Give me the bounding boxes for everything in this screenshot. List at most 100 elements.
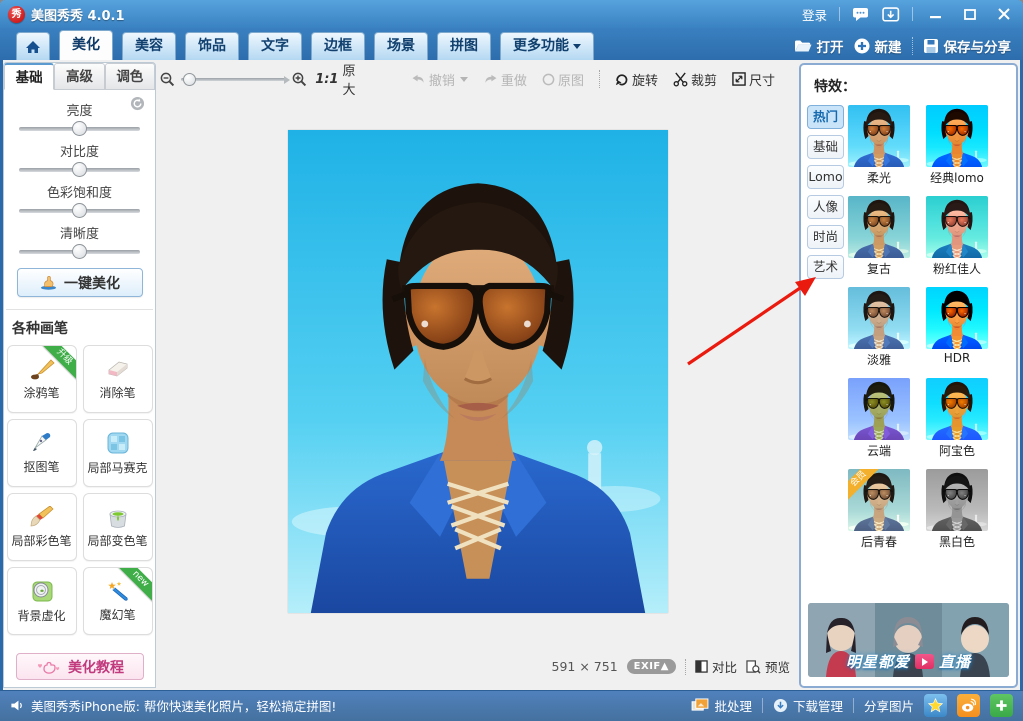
feedback-icon[interactable] [882,7,900,22]
original-icon [542,73,555,86]
divider [853,698,854,713]
brightness-slider[interactable] [19,127,140,131]
new-button[interactable]: 新建 [854,36,902,56]
zoom-slider-handle[interactable] [183,73,196,86]
effect-soft-light[interactable]: 柔光 [848,105,910,186]
more-share-icon[interactable] [990,694,1013,717]
batch-process-button[interactable]: 批处理 [691,696,752,715]
contrast-slider[interactable] [19,168,140,172]
effect-retro[interactable]: 复古 [848,196,910,277]
cutout-pen-button[interactable]: 抠图笔 [7,419,77,487]
nav-tab-cosmetic[interactable]: 美容 [122,32,176,60]
recolor-pen-button[interactable]: 局部变色笔 [83,493,153,561]
zoom-slider[interactable] [181,78,286,81]
eraser-pen-button[interactable]: 消除笔 [83,345,153,413]
sharpness-slider[interactable] [19,250,140,254]
nav-tab-text[interactable]: 文字 [248,32,302,60]
category-hot[interactable]: 热门 [807,105,844,129]
tab-tone[interactable]: 调色 [105,63,155,90]
download-manager-button[interactable]: 下载管理 [773,696,843,715]
play-icon [915,654,934,669]
resize-button[interactable]: 尺寸 [732,70,775,89]
maximize-button[interactable] [959,6,981,22]
bruce-lee-photo [288,130,668,613]
download-icon [773,698,788,713]
zoom-out-icon[interactable] [160,72,175,87]
qzone-share-icon[interactable] [924,694,947,717]
home-tab[interactable] [16,32,50,60]
photo-canvas[interactable] [288,130,668,613]
nav-tab-scene[interactable]: 场景 [374,32,428,60]
magic-pen-button[interactable]: 魔幻笔 new [83,567,153,635]
pen-nib-icon [29,432,55,454]
nav-tab-border[interactable]: 边框 [311,32,365,60]
crop-button[interactable]: 裁剪 [673,70,717,89]
home-icon [25,40,41,54]
category-lomo[interactable]: Lomo [807,165,844,189]
close-button[interactable] [993,6,1015,22]
weibo-share-icon[interactable] [957,694,980,717]
effect-elegant[interactable]: 淡雅 [848,287,910,368]
nav-tab-more[interactable]: 更多功能 [500,32,594,60]
background-blur-button[interactable]: 背景虚化 [7,567,77,635]
redo-icon [483,74,498,85]
minimize-button[interactable] [925,6,947,22]
nav-tab-accessories[interactable]: 饰品 [185,32,239,60]
effect-classic-lomo[interactable]: 经典lomo [926,105,988,186]
slider-handle[interactable] [72,244,87,259]
zoom-in-icon[interactable] [292,72,307,87]
message-icon[interactable] [852,7,870,22]
slider-handle[interactable] [72,121,87,136]
nav-tab-beautify[interactable]: 美化 [59,30,113,60]
main-nav: 美化 美容 饰品 文字 边框 场景 拼图 更多功能 打开 新建 保存与分享 [0,28,1023,60]
undo-icon [411,74,426,85]
doodle-pen-button[interactable]: 涂鸦笔 升级 [7,345,77,413]
rotate-button[interactable]: 旋转 [614,70,658,89]
one-click-beautify-button[interactable]: 一键美化 [17,268,143,297]
original-image-button[interactable]: 原图 [542,70,584,89]
reset-icon[interactable] [130,96,145,115]
category-portrait[interactable]: 人像 [807,195,844,219]
saturation-slider[interactable] [19,209,140,213]
effect-cloud[interactable]: 云端 [848,378,910,459]
divider [912,7,913,21]
login-link[interactable]: 登录 [802,5,827,24]
open-button[interactable]: 打开 [794,36,844,56]
magic-pen-icon [105,580,131,602]
compare-button[interactable]: 对比 [695,657,737,676]
local-color-pen-button[interactable]: 局部彩色笔 [7,493,77,561]
preview-button[interactable]: 预览 [746,657,790,676]
chevron-down-icon [460,77,468,82]
category-art[interactable]: 艺术 [807,255,844,279]
exif-badge[interactable]: EXIF▲ [627,659,676,674]
effects-panel: 特效： 热门 基础 Lomo 人像 时尚 艺术 柔光 经典lomo 复古 [799,63,1018,688]
save-share-button[interactable]: 保存与分享 [923,36,1012,56]
divider [839,7,840,21]
effect-post-youth[interactable]: 会员 后青春 [848,469,910,550]
brushes-heading: 各种画笔 [4,310,155,345]
slider-label: 色彩饱和度 [4,182,155,201]
effect-black-white[interactable]: 黑白色 [926,469,988,550]
category-basic[interactable]: 基础 [807,135,844,159]
status-message: 美图秀秀iPhone版: 帮你快速美化照片，轻松搞定拼图! [31,696,336,715]
effect-hdr[interactable]: HDR [926,287,988,368]
effects-categories: 热门 基础 Lomo 人像 时尚 艺术 [807,105,844,279]
slider-handle[interactable] [72,162,87,177]
tab-basic[interactable]: 基础 [4,63,54,90]
undo-button[interactable]: 撤销 [411,70,468,89]
actual-size-button[interactable]: 原大 [342,60,364,98]
zoom-ratio-label: 1:1 [315,72,338,87]
redo-button[interactable]: 重做 [483,70,527,89]
category-fashion[interactable]: 时尚 [807,225,844,249]
nav-tab-collage[interactable]: 拼图 [437,32,491,60]
mosaic-button[interactable]: 局部马赛克 [83,419,153,487]
mosaic-icon [106,431,130,455]
tab-advanced[interactable]: 高级 [54,63,104,90]
effect-abao[interactable]: 阿宝色 [926,378,988,459]
effect-pink-lady[interactable]: 粉红佳人 [926,196,988,277]
share-image-button[interactable]: 分享图片 [864,696,914,715]
live-stream-ad-banner[interactable]: 明星都爱 直播 [808,603,1009,677]
slider-handle[interactable] [72,203,87,218]
beautify-tutorial-button[interactable]: 美化教程 [16,653,144,680]
sharpness-slider-row: 清晰度 [4,223,155,254]
